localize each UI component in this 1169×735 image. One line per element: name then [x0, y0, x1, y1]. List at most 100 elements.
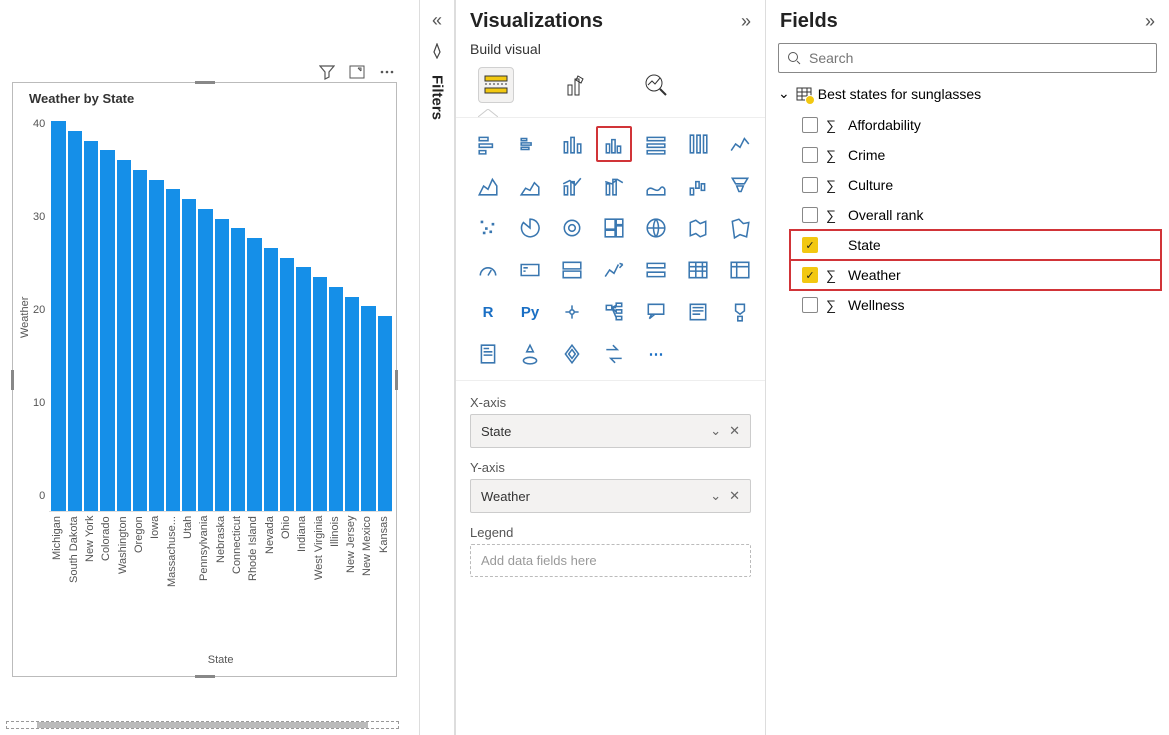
100-stacked-bar-icon[interactable]	[638, 126, 674, 162]
bar[interactable]	[378, 316, 392, 511]
card-icon[interactable]	[512, 252, 548, 288]
more-options-icon[interactable]	[379, 64, 395, 80]
gauge-icon[interactable]	[470, 252, 506, 288]
shape-map-icon[interactable]	[722, 210, 758, 246]
field-row-affordability[interactable]: ∑Affordability	[792, 110, 1169, 140]
bar[interactable]	[247, 238, 261, 511]
resize-handle-top[interactable]	[195, 81, 215, 84]
bar[interactable]	[264, 248, 278, 511]
search-input[interactable]	[809, 50, 1148, 66]
qa-visual-icon[interactable]	[638, 294, 674, 330]
field-row-culture[interactable]: ∑Culture	[792, 170, 1169, 200]
field-checkbox[interactable]	[802, 297, 818, 313]
field-row-state[interactable]: ✓State	[790, 230, 1161, 260]
bar[interactable]	[280, 258, 294, 512]
bar[interactable]	[166, 189, 180, 511]
bar[interactable]	[231, 228, 245, 511]
bar[interactable]	[329, 287, 343, 511]
chevron-down-icon[interactable]: ⌄	[778, 85, 790, 102]
line-stacked-icon[interactable]	[596, 168, 632, 204]
line-chart-icon[interactable]	[722, 126, 758, 162]
bar[interactable]	[68, 131, 82, 511]
scatter-icon[interactable]	[470, 210, 506, 246]
bar[interactable]	[215, 219, 229, 512]
area-chart-icon[interactable]	[470, 168, 506, 204]
funnel-icon[interactable]	[722, 168, 758, 204]
100-stacked-column-icon[interactable]	[680, 126, 716, 162]
yaxis-well[interactable]: Weather ⌄✕	[470, 479, 751, 513]
field-row-overall-rank[interactable]: ∑Overall rank	[792, 200, 1169, 230]
field-row-weather[interactable]: ✓∑Weather	[790, 260, 1161, 290]
bar[interactable]	[198, 209, 212, 511]
resize-handle-right[interactable]	[395, 370, 398, 390]
page-scrollbar[interactable]	[6, 721, 399, 729]
resize-handle-left[interactable]	[11, 370, 14, 390]
clustered-bar-icon[interactable]	[512, 126, 548, 162]
resize-handle-bottom[interactable]	[195, 675, 215, 678]
bar[interactable]	[313, 277, 327, 511]
table-icon[interactable]	[680, 252, 716, 288]
narrative-icon[interactable]	[680, 294, 716, 330]
line-clustered-icon[interactable]	[554, 168, 590, 204]
powerapps-icon[interactable]	[554, 336, 590, 372]
bar[interactable]	[182, 199, 196, 511]
more-visuals-icon[interactable]: ⋯	[638, 336, 674, 372]
filters-pane-collapsed[interactable]: « Filters	[419, 0, 455, 735]
chevron-down-icon[interactable]: ⌄	[710, 423, 721, 439]
r-visual-icon[interactable]: R	[470, 294, 506, 330]
automate-icon[interactable]	[596, 336, 632, 372]
bar[interactable]	[149, 180, 163, 512]
field-checkbox[interactable]: ✓	[802, 237, 818, 253]
field-row-wellness[interactable]: ∑Wellness	[792, 290, 1169, 320]
analytics-button[interactable]	[638, 67, 674, 103]
map-icon[interactable]	[638, 210, 674, 246]
stacked-bar-icon[interactable]	[470, 126, 506, 162]
field-checkbox[interactable]: ✓	[802, 267, 818, 283]
python-visual-icon[interactable]: Py	[512, 294, 548, 330]
multi-row-card-icon[interactable]	[554, 252, 590, 288]
table-header[interactable]: ⌄ Best states for sunglasses	[766, 77, 1169, 110]
kpi-icon[interactable]	[596, 252, 632, 288]
matrix-icon[interactable]	[722, 252, 758, 288]
stacked-column-icon[interactable]	[554, 126, 590, 162]
chart-bars[interactable]	[49, 112, 392, 512]
bar[interactable]	[296, 267, 310, 511]
paginated-icon[interactable]	[470, 336, 506, 372]
build-visual-button[interactable]	[478, 67, 514, 103]
key-influencers-icon[interactable]	[554, 294, 590, 330]
decomposition-tree-icon[interactable]	[596, 294, 632, 330]
field-checkbox[interactable]	[802, 177, 818, 193]
remove-field-icon[interactable]: ✕	[729, 423, 740, 439]
report-canvas[interactable]: Weather by State Weather 403020100 Michi…	[0, 0, 419, 735]
ribbon-chart-icon[interactable]	[638, 168, 674, 204]
goals-icon[interactable]	[722, 294, 758, 330]
expand-filters-icon[interactable]: «	[432, 10, 442, 31]
bar[interactable]	[345, 297, 359, 512]
field-checkbox[interactable]	[802, 207, 818, 223]
bar[interactable]	[361, 306, 375, 511]
field-checkbox[interactable]	[802, 117, 818, 133]
chevron-down-icon[interactable]: ⌄	[710, 488, 721, 504]
clustered-column-icon[interactable]	[596, 126, 632, 162]
donut-icon[interactable]	[554, 210, 590, 246]
waterfall-icon[interactable]	[680, 168, 716, 204]
field-row-crime[interactable]: ∑Crime	[792, 140, 1169, 170]
stacked-area-icon[interactable]	[512, 168, 548, 204]
arcgis-icon[interactable]	[512, 336, 548, 372]
column-chart-visual[interactable]: Weather by State Weather 403020100 Michi…	[12, 82, 397, 677]
fields-search[interactable]	[778, 43, 1157, 73]
bar[interactable]	[117, 160, 131, 511]
xaxis-well[interactable]: State ⌄✕	[470, 414, 751, 448]
focus-mode-icon[interactable]	[349, 64, 365, 80]
field-checkbox[interactable]	[802, 147, 818, 163]
bar[interactable]	[133, 170, 147, 511]
treemap-icon[interactable]	[596, 210, 632, 246]
pie-icon[interactable]	[512, 210, 548, 246]
slicer-icon[interactable]	[638, 252, 674, 288]
legend-well[interactable]: Add data fields here	[470, 544, 751, 577]
collapse-viz-icon[interactable]: »	[741, 11, 751, 32]
bar[interactable]	[51, 121, 65, 511]
remove-field-icon[interactable]: ✕	[729, 488, 740, 504]
filter-icon[interactable]	[319, 64, 335, 80]
format-visual-button[interactable]	[558, 67, 594, 103]
